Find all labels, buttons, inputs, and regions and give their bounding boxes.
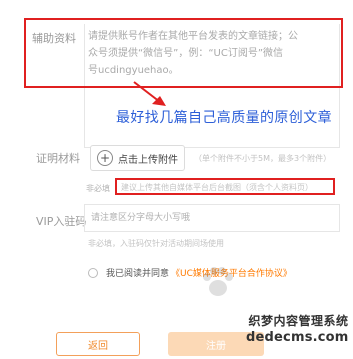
aux-text-line: 众号须提供“微信号”，例：“UC订阅号”微信 (88, 48, 284, 59)
agreement-radio[interactable] (88, 267, 98, 278)
aux-text-line: 号ucdingyuehao。 (88, 65, 179, 76)
upload-limit-note: （单个附件不小于5M，最多3个附件） (194, 154, 332, 163)
back-button[interactable]: 返回 (56, 332, 140, 356)
site-watermark: 织梦内容管理系统 dedecms.com (246, 312, 349, 345)
agreement-text: 我已阅读并同意 (106, 269, 170, 279)
aux-label: 辅助资料 (32, 32, 76, 45)
upload-attachment-button[interactable]: + 点击上传附件 (90, 145, 185, 171)
aux-textarea[interactable]: 请提供账号作者在其他平台发表的文章链接；公 众号须提供“微信号”，例：“UC订阅… (88, 28, 340, 79)
annotation-text: 最好找几篇自己高质量的原创文章 (116, 110, 332, 126)
certificate-hint: 建议上传其他自媒体平台后台截图（须含个人资料页） (121, 183, 313, 192)
site-watermark-title: 织梦内容管理系统 (248, 314, 349, 328)
upload-label: 点击上传附件 (118, 154, 178, 166)
aux-text-line: 请提供账号作者在其他平台发表的文章链接；公 (88, 31, 298, 42)
site-watermark-url: dedecms.com (246, 330, 349, 345)
paw-watermark-icon (203, 267, 233, 296)
agreement-row: 我已阅读并同意 《UC媒体服务平台合作协议》 (88, 266, 292, 279)
vip-label: VIP入驻码 (36, 215, 87, 228)
vip-note: 非必填，入驻码仅针对活动期间场使用 (88, 239, 224, 248)
certificate-label: 证明材料 (36, 152, 80, 165)
plus-icon: + (97, 150, 113, 166)
required-note: 非必填 (86, 184, 110, 193)
annotation-arrow-icon (133, 81, 166, 106)
vip-code-input[interactable]: 请注意区分字母大小写哦 (84, 204, 340, 232)
